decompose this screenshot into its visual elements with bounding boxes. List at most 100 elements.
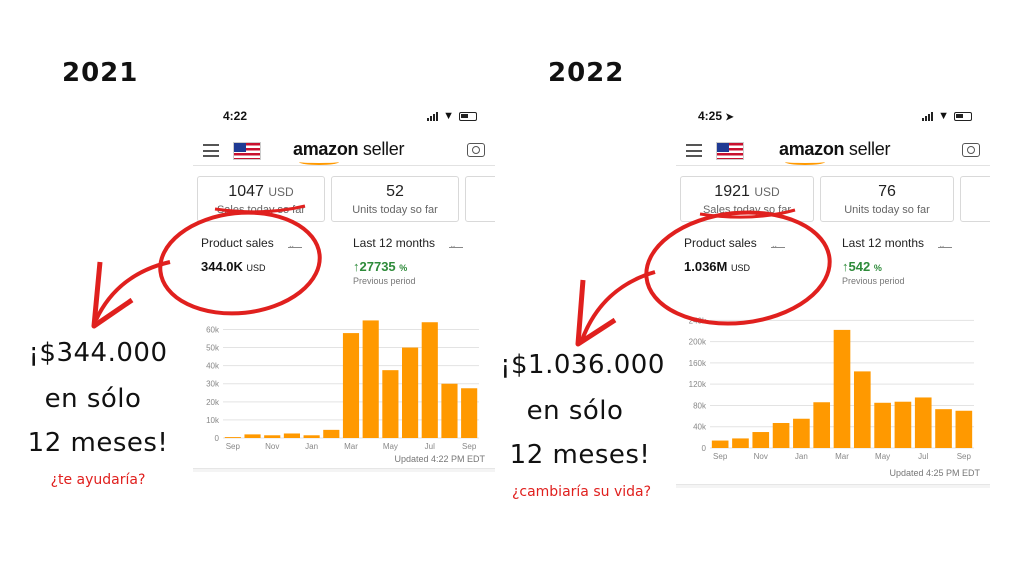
x-tick-label: Nov — [265, 442, 279, 451]
chevron-down-icon: ⌄ — [287, 240, 302, 250]
metric-number: 344.0K — [201, 259, 243, 274]
bar — [224, 437, 241, 438]
dropdown-label: Product sales — [201, 236, 274, 250]
y-tick-label: 10k — [206, 416, 220, 425]
bar — [244, 434, 261, 438]
bar — [461, 388, 478, 438]
bar — [342, 333, 360, 438]
metric-number: 1.036M — [684, 259, 728, 274]
camera-icon[interactable] — [467, 143, 485, 157]
card-label: C — [466, 186, 495, 198]
status-icons: ▼ — [427, 110, 477, 122]
status-bar: 4:22 ▼ — [193, 106, 495, 126]
card-label: Units today so far — [844, 204, 930, 216]
x-tick-label: May — [875, 452, 890, 461]
previous-period-label: Previous period — [842, 276, 905, 286]
updated-timestamp: Updated 4:22 PM EDT — [394, 454, 485, 464]
bar — [955, 410, 973, 448]
y-tick-label: 200k — [689, 338, 707, 347]
y-tick-label: 40k — [206, 362, 220, 371]
bar — [914, 397, 932, 448]
caption-right-line3: 12 meses! — [509, 440, 651, 470]
status-time: 4:25 ➤ — [698, 109, 734, 123]
third-card-partial[interactable]: C — [465, 176, 495, 222]
previous-period-label: Previous period — [353, 276, 416, 286]
x-tick-label: Sep — [957, 452, 972, 461]
units-today-card[interactable]: 76 Units today so far — [820, 176, 954, 222]
wifi-icon: ▼ — [938, 110, 949, 122]
period-dropdown[interactable]: Last 12 months ⌄ — [842, 236, 953, 250]
brand-rest: seller — [358, 139, 405, 159]
bar — [303, 435, 320, 438]
sales-bar-chart: 0 10k 20k 30k 40k 50k 60k Sep Nov Jan Mar May Jul Sep — [206, 320, 479, 451]
units-today-card[interactable]: 52 Units today so far — [331, 176, 459, 222]
chevron-down-icon: ⌄ — [449, 240, 464, 250]
metric-dropdown[interactable]: Product sales ⌄ — [684, 236, 785, 250]
x-tick-label: Sep — [462, 442, 477, 451]
growth-number: 542 — [848, 259, 871, 274]
amazon-seller-logo: amazon seller — [293, 139, 405, 165]
amazon-seller-logo: amazon seller — [779, 139, 891, 165]
sales-today-card[interactable]: 1921 USD Sales today so far — [680, 176, 814, 222]
battery-icon — [954, 111, 972, 121]
y-tick-label: 40k — [693, 423, 707, 432]
signal-icon — [427, 111, 439, 121]
menu-icon[interactable] — [203, 144, 219, 157]
card-unit: USD — [754, 185, 780, 199]
arrowhead-left-icon — [91, 261, 134, 329]
status-time: 4:22 — [223, 109, 248, 123]
card-value: 1921 — [714, 183, 750, 200]
caption-right-line2: en sólo — [526, 396, 624, 426]
summary-cards: 1047 USD Sales today so far 52 Units tod… — [197, 176, 495, 222]
bar — [382, 370, 399, 438]
third-card-partial[interactable]: 2 C — [960, 176, 990, 222]
arrowhead-right-icon — [575, 279, 617, 347]
brand-bold: amazon — [293, 139, 359, 159]
menu-icon[interactable] — [686, 144, 702, 157]
chevron-down-icon: ⌄ — [938, 240, 953, 250]
bar — [752, 432, 770, 448]
us-flag-icon[interactable] — [716, 142, 744, 160]
y-tick-label: 30k — [206, 380, 220, 389]
divider — [676, 484, 990, 488]
x-tick-label: Nov — [754, 452, 768, 461]
brand-bold: amazon — [779, 139, 845, 159]
us-flag-icon[interactable] — [233, 142, 261, 160]
wifi-icon: ▼ — [443, 110, 454, 122]
x-tick-label: Mar — [344, 442, 358, 451]
x-tick-label: Jul — [425, 442, 435, 451]
card-value: 76 — [878, 183, 896, 200]
bar — [793, 418, 810, 448]
bar — [441, 383, 458, 438]
right-phone-screenshot: 4:25 ➤ ▼ amazon seller 1921 USD Sales to… — [676, 100, 990, 488]
arrow-right-icon — [580, 270, 656, 341]
y-tick-label: 0 — [215, 434, 220, 443]
bar — [894, 401, 912, 448]
period-dropdown[interactable]: Last 12 months ⌄ — [353, 236, 464, 250]
x-tick-label: Jul — [918, 452, 928, 461]
camera-icon[interactable] — [962, 143, 980, 157]
metric-dropdown[interactable]: Product sales ⌄ — [201, 236, 302, 250]
growth-value: ↑27735 % — [353, 259, 408, 274]
battery-icon — [459, 111, 477, 121]
metric-unit: USD — [731, 263, 751, 273]
y-tick-label: 20k — [206, 398, 220, 407]
sales-today-card[interactable]: 1047 USD Sales today so far — [197, 176, 325, 222]
brand-rest: seller — [844, 139, 891, 159]
caption-left-line2: en sólo — [44, 384, 142, 414]
y-tick-label: 60k — [206, 325, 220, 334]
x-tick-label: Sep — [226, 442, 241, 451]
year-label-right: 2022 — [548, 58, 625, 88]
card-value: 1047 — [228, 183, 264, 200]
left-phone-screenshot: 4:22 ▼ amazon seller 1047 USD Sales toda… — [193, 100, 495, 472]
amazon-smile-icon — [785, 159, 825, 165]
y-tick-label: 160k — [689, 359, 707, 368]
arrow-left-icon — [94, 260, 171, 321]
x-tick-label: Jan — [795, 452, 808, 461]
x-tick-label: Sep — [713, 452, 728, 461]
bar — [283, 433, 300, 438]
updated-timestamp: Updated 4:25 PM EDT — [889, 468, 980, 478]
bar — [853, 371, 871, 448]
y-tick-label: 0 — [702, 444, 707, 453]
dropdown-label: Product sales — [684, 236, 757, 250]
